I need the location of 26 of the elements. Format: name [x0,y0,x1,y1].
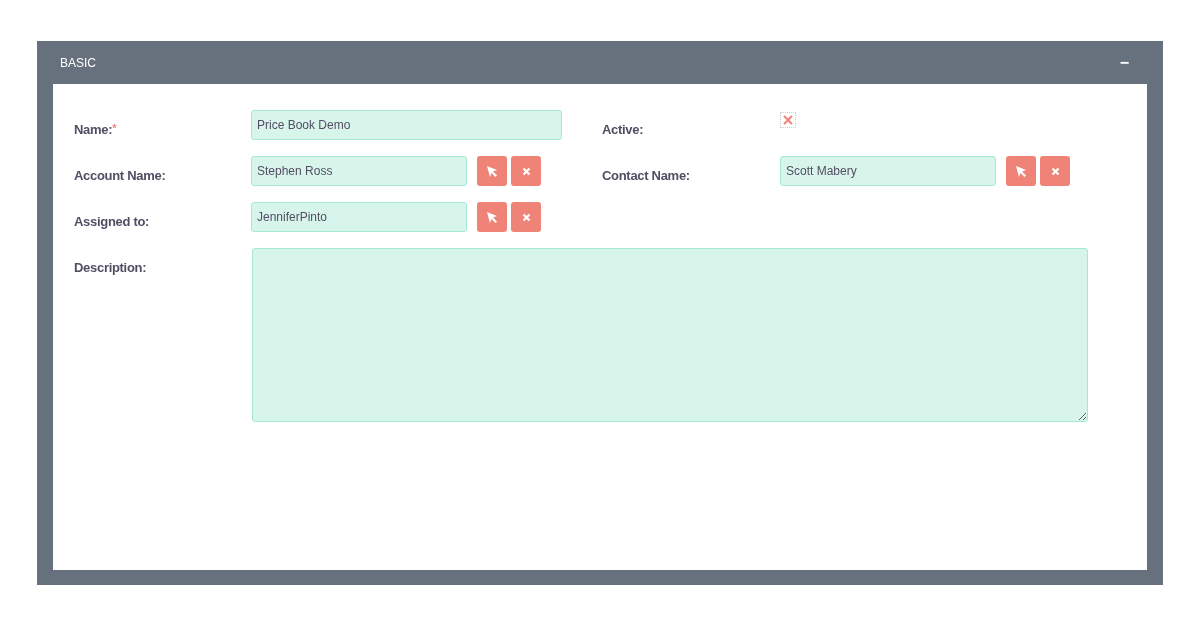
collapse-button[interactable]: − [1119,54,1129,71]
clear-button[interactable] [1040,156,1070,186]
checkbox[interactable] [780,112,796,128]
field-label: Assigned to: [74,213,151,229]
relate-input[interactable]: Scott Mabery [780,156,996,186]
close-icon [521,166,531,176]
cursor-arrow-icon [1014,164,1028,178]
field-label: Name: [74,122,113,137]
name-input[interactable]: Price Book Demo [251,110,562,140]
cursor-arrow-icon [485,164,499,178]
select-button[interactable] [477,202,507,232]
clear-button[interactable] [511,202,541,232]
close-icon [521,212,531,222]
clear-button[interactable] [511,156,541,186]
panel-title: BASIC [60,55,96,70]
field-label: Description: [74,259,148,275]
select-button[interactable] [477,156,507,186]
select-button[interactable] [1006,156,1036,186]
field-label: Account Name: [74,167,167,183]
relate-input[interactable]: Stephen Ross [251,156,467,186]
required-mark: * [112,122,117,134]
close-icon [1050,166,1060,176]
field-label: Contact Name: [602,167,691,183]
relate-input[interactable]: JenniferPinto [251,202,467,232]
field-label: Active: [602,121,645,137]
cursor-arrow-icon [485,210,499,224]
